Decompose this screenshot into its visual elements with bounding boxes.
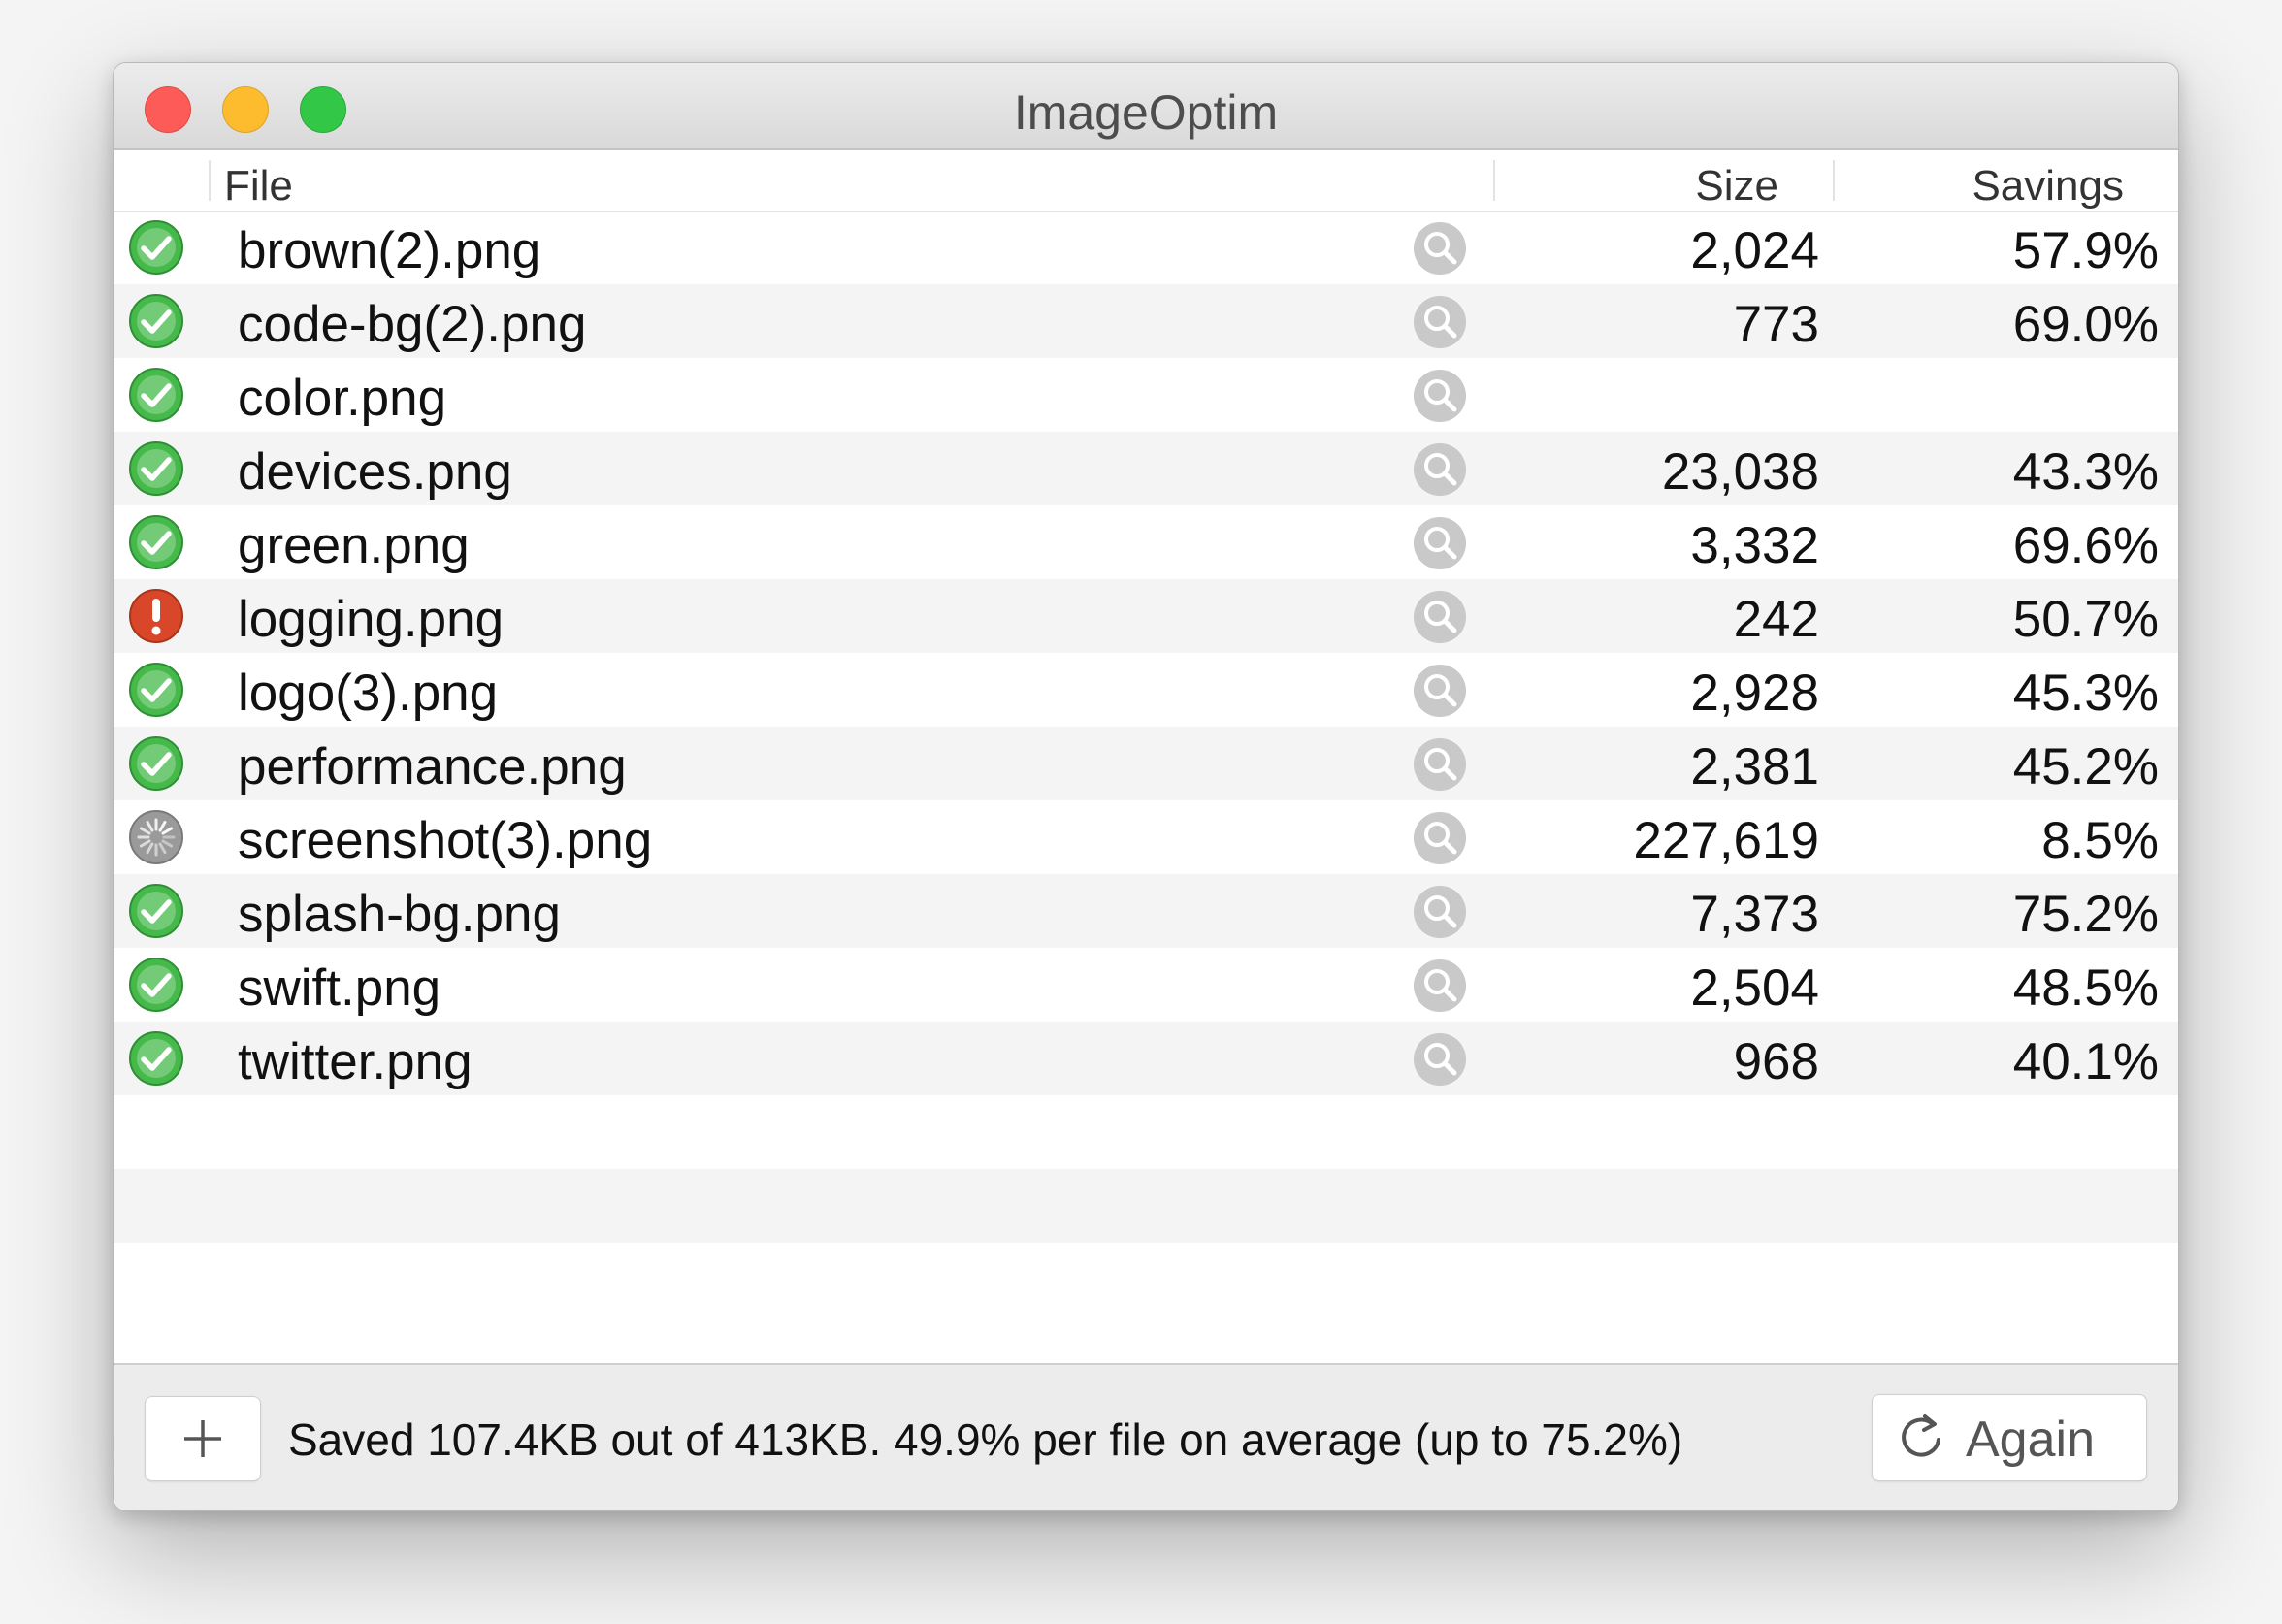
file-savings: 75.2% [2012,886,2159,943]
window-title: ImageOptim [1013,85,1279,140]
magnifier-icon[interactable] [1412,220,1468,276]
empty-row [114,1095,2178,1169]
file-name: logo(3).png [238,665,499,722]
file-size: 2,504 [1690,959,1819,1017]
magnifier-icon[interactable] [1412,884,1468,940]
file-name: swift.png [238,959,441,1017]
file-savings: 48.5% [2012,959,2159,1017]
checkmark-status-icon [127,292,185,350]
file-savings: 8.5% [2041,812,2159,869]
file-savings: 43.3% [2012,443,2159,501]
file-size: 3,332 [1690,517,1819,574]
empty-row [114,1169,2178,1243]
checkmark-status-icon [127,734,185,793]
file-size: 242 [1733,591,1819,648]
refresh-icon [1902,1414,1940,1457]
column-header-size[interactable]: Size [1695,162,1778,211]
checkmark-status-icon [127,956,185,1014]
title-bar: ImageOptim [114,63,2178,150]
file-row[interactable]: devices.png 23,038 43.3% [114,432,2178,505]
again-button[interactable]: Again [1872,1394,2147,1481]
file-savings: 69.0% [2012,296,2159,353]
file-row[interactable]: screenshot(3).png 227,619 8.5% [114,800,2178,874]
magnifier-icon[interactable] [1412,589,1468,645]
magnifier-icon[interactable] [1412,663,1468,719]
column-header-file[interactable]: File [224,162,293,211]
empty-row [114,1243,2178,1316]
file-size: 968 [1733,1033,1819,1090]
column-divider[interactable] [209,160,211,201]
file-name: brown(2).png [238,222,541,279]
column-header-savings[interactable]: Savings [1972,162,2124,211]
file-size: 7,373 [1690,886,1819,943]
file-size: 227,619 [1633,812,1819,869]
file-row[interactable]: code-bg(2).png 773 69.0% [114,284,2178,358]
add-files-button[interactable] [145,1396,261,1481]
file-size: 2,381 [1690,738,1819,796]
file-name: twitter.png [238,1033,473,1090]
file-savings: 45.3% [2012,665,2159,722]
again-label: Again [1966,1412,2095,1468]
file-name: devices.png [238,443,512,501]
file-savings: 40.1% [2012,1033,2159,1090]
file-name: green.png [238,517,470,574]
file-savings: 45.2% [2012,738,2159,796]
file-name: color.png [238,370,447,427]
checkmark-status-icon [127,661,185,719]
file-savings: 50.7% [2012,591,2159,648]
file-name: code-bg(2).png [238,296,587,353]
file-row[interactable]: brown(2).png 2,024 57.9% [114,211,2178,284]
column-divider[interactable] [1493,160,1495,201]
magnifier-icon[interactable] [1412,294,1468,350]
app-window: ImageOptim File Size Savings brown(2).pn… [113,62,2179,1511]
file-row[interactable]: twitter.png 968 40.1% [114,1022,2178,1095]
checkmark-status-icon [127,1029,185,1088]
bottom-bar: Saved 107.4KB out of 413KB. 49.9% per fi… [114,1363,2178,1510]
magnifier-icon[interactable] [1412,736,1468,793]
file-name: splash-bg.png [238,886,561,943]
magnifier-icon[interactable] [1412,810,1468,866]
file-name: logging.png [238,591,505,648]
file-row[interactable]: splash-bg.png 7,373 75.2% [114,874,2178,948]
progress-spinner-icon [127,808,185,866]
checkmark-status-icon [127,366,185,424]
file-row[interactable]: logging.png 242 50.7% [114,579,2178,653]
file-row[interactable]: swift.png 2,504 48.5% [114,948,2178,1022]
file-name: screenshot(3).png [238,812,653,869]
magnifier-icon[interactable] [1412,515,1468,571]
checkmark-status-icon [127,218,185,276]
plus-icon [184,1420,221,1457]
file-size: 773 [1733,296,1819,353]
magnifier-icon[interactable] [1412,1031,1468,1088]
magnifier-icon[interactable] [1412,368,1468,424]
file-size: 2,024 [1690,222,1819,279]
error-status-icon [127,587,185,645]
file-savings: 69.6% [2012,517,2159,574]
checkmark-status-icon [127,439,185,498]
table-header: File Size Savings [114,150,2178,212]
checkmark-status-icon [127,882,185,940]
file-row[interactable]: performance.png 2,381 45.2% [114,727,2178,800]
column-divider[interactable] [1833,160,1835,201]
file-size: 23,038 [1661,443,1819,501]
savings-summary: Saved 107.4KB out of 413KB. 49.9% per fi… [288,1414,1683,1465]
magnifier-icon[interactable] [1412,441,1468,498]
magnifier-icon[interactable] [1412,958,1468,1014]
file-savings: 57.9% [2012,222,2159,279]
file-row[interactable]: logo(3).png 2,928 45.3% [114,653,2178,727]
file-name: performance.png [238,738,627,796]
file-list[interactable]: brown(2).png 2,024 57.9% code-bg(2).png 773 6… [114,211,2178,1316]
file-size: 2,928 [1690,665,1819,722]
checkmark-status-icon [127,513,185,571]
file-row[interactable]: green.png 3,332 69.6% [114,505,2178,579]
file-row[interactable]: color.png [114,358,2178,432]
